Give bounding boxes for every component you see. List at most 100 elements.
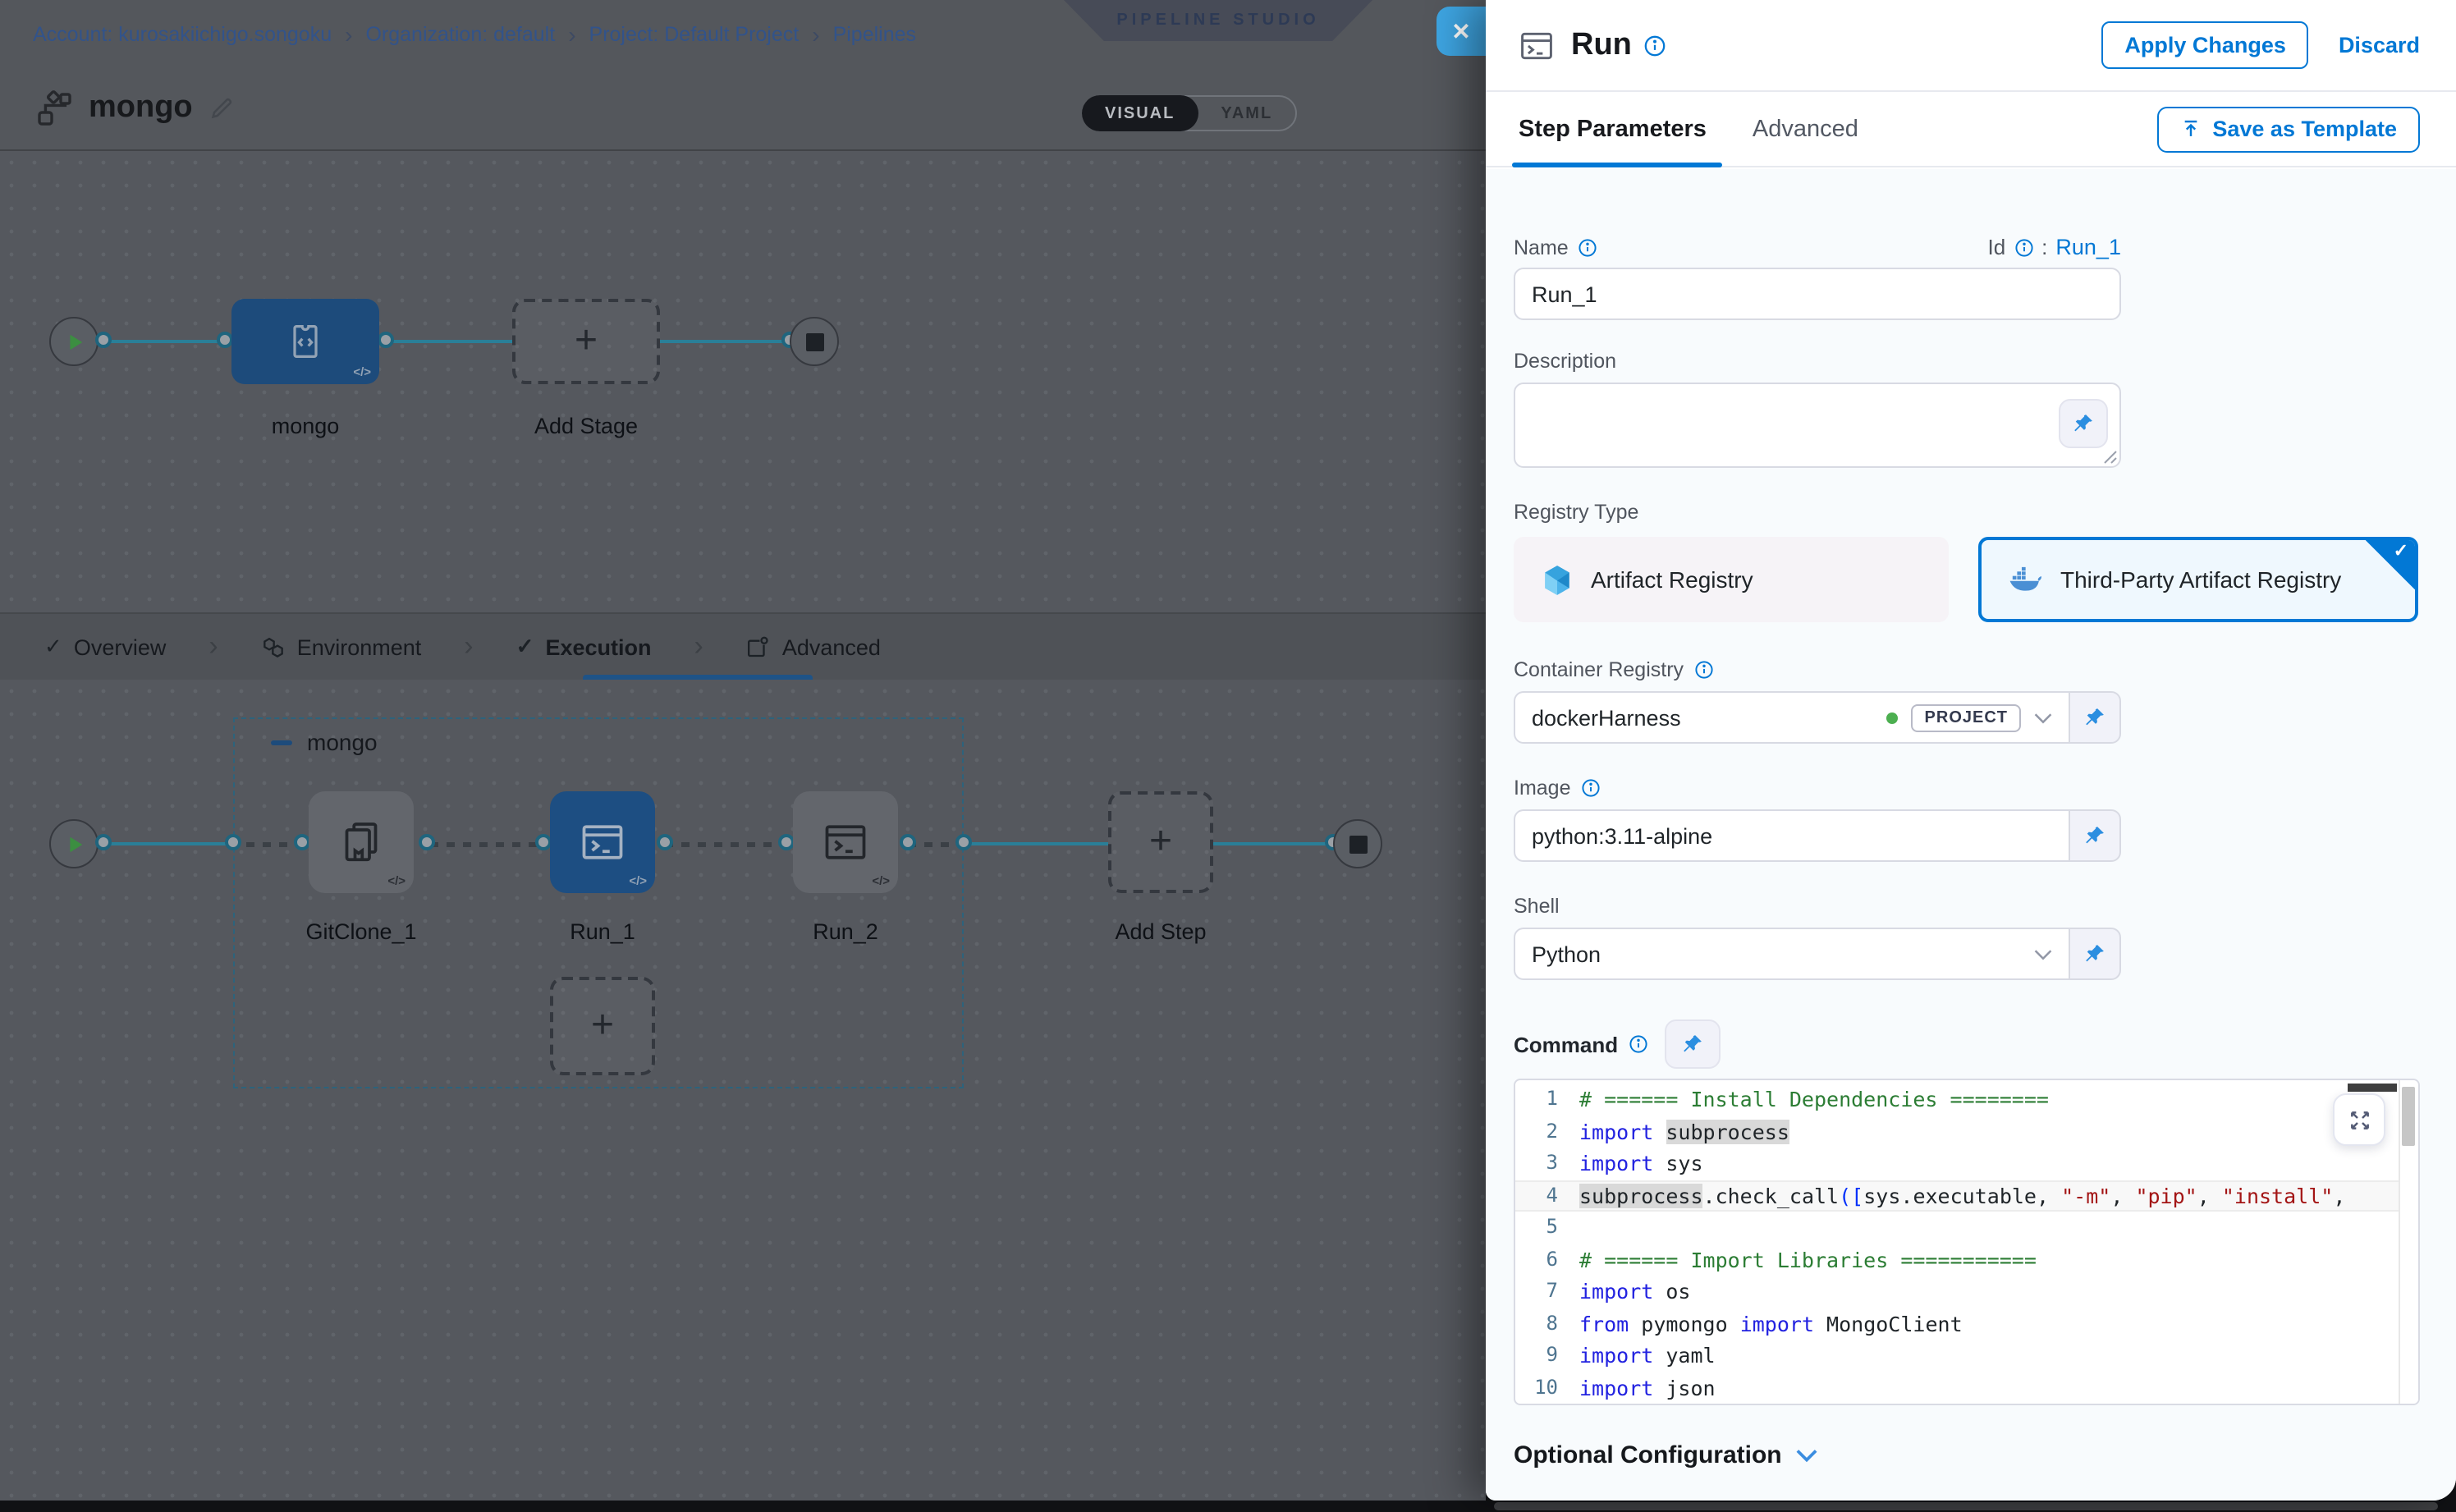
pipeline-studio-screen: Account: kurosakiichigo.songoku › Organi… xyxy=(0,0,2456,1512)
info-icon[interactable] xyxy=(1628,1034,1647,1054)
optional-configuration-toggle[interactable]: Optional Configuration xyxy=(1514,1441,2420,1469)
code-line[interactable]: 1# ====== Install Dependencies ======== xyxy=(1515,1084,2399,1116)
play-icon xyxy=(63,833,85,855)
tab-advanced[interactable]: Advanced xyxy=(746,635,881,659)
info-icon[interactable] xyxy=(1643,34,1666,57)
breadcrumb-project[interactable]: Project: Default Project xyxy=(589,23,800,46)
step-label-run1: Run_1 xyxy=(570,919,635,944)
step-id: Id : Run_1 xyxy=(1987,235,2121,259)
pin-input-button[interactable] xyxy=(2069,809,2121,862)
code-line[interactable]: 10import json xyxy=(1515,1372,2399,1404)
edit-pencil-icon[interactable] xyxy=(209,95,236,121)
pipeline-studio-badge: PIPELINE STUDIO xyxy=(1064,0,1372,41)
run-terminal-icon xyxy=(821,818,870,867)
execution-end-node xyxy=(1333,819,1382,868)
code-line[interactable]: 8from pymongo import MongoClient xyxy=(1515,1308,2399,1340)
stage-node-mongo[interactable]: </> xyxy=(231,299,379,384)
pipeline-start-node xyxy=(49,317,99,366)
container-registry-input[interactable]: dockerHarness PROJECT xyxy=(1514,691,2069,744)
code-line[interactable]: 4subprocess.check_call([sys.executable, … xyxy=(1515,1180,2399,1212)
tab-step-parameters[interactable]: Step Parameters xyxy=(1519,116,1707,142)
image-label: Image xyxy=(1514,777,2420,800)
description-input[interactable] xyxy=(1514,383,2121,468)
add-step-below-node[interactable]: + xyxy=(550,977,655,1075)
scrollbar-thumb[interactable] xyxy=(2402,1087,2415,1146)
step-config-drawer: Run Apply Changes Discard Step Parameter… xyxy=(1486,0,2456,1501)
collapse-group-icon[interactable] xyxy=(271,740,292,745)
save-as-template-button[interactable]: Save as Template xyxy=(2156,106,2420,152)
breadcrumb-organization[interactable]: Organization: default xyxy=(365,23,555,46)
ci-stage-icon xyxy=(284,320,327,363)
step-node-run1[interactable]: </> xyxy=(550,791,655,893)
tab-advanced-panel[interactable]: Advanced xyxy=(1753,116,1858,142)
drawer-header: Run Apply Changes Discard xyxy=(1486,0,2456,92)
yaml-badge-icon: </> xyxy=(872,873,890,888)
chevron-down-icon xyxy=(2034,712,2052,723)
info-icon[interactable] xyxy=(1693,660,1713,680)
tab-execution[interactable]: ✓ Execution xyxy=(516,634,652,660)
step-node-run2[interactable]: </> xyxy=(793,791,898,893)
pipeline-studio-background: Account: kurosakiichigo.songoku › Organi… xyxy=(0,0,1486,1501)
breadcrumb-account[interactable]: Account: kurosakiichigo.songoku xyxy=(33,23,332,46)
code-line[interactable]: 2import subprocess xyxy=(1515,1116,2399,1148)
chevron-down-icon xyxy=(1797,1448,1818,1463)
shell-label: Shell xyxy=(1514,895,2420,918)
toggle-yaml[interactable]: YAML xyxy=(1198,95,1295,131)
code-line[interactable]: 9import yaml xyxy=(1515,1340,2399,1372)
check-icon: ✓ xyxy=(44,634,62,660)
stage-tabs: ✓ Overview › Environment › ✓ Execution › xyxy=(0,612,1486,680)
execution-graph-canvas[interactable]: mongo xyxy=(0,680,1486,1501)
tab-environment[interactable]: Environment xyxy=(261,635,422,659)
info-icon[interactable] xyxy=(1579,237,1598,257)
pin-input-button[interactable] xyxy=(2069,928,2121,980)
check-icon: ✓ xyxy=(516,634,534,660)
step-parameters-form: Name Id : Run_1 xyxy=(1486,169,2456,1501)
yaml-badge-icon: </> xyxy=(629,873,647,888)
editor-vertical-scrollbar[interactable] xyxy=(2399,1080,2418,1404)
breadcrumb: Account: kurosakiichigo.songoku › Organi… xyxy=(33,23,916,46)
code-line[interactable]: 6# ====== Import Libraries =========== xyxy=(1515,1244,2399,1276)
line-number: 10 xyxy=(1515,1372,1558,1404)
advanced-icon xyxy=(746,635,771,659)
registry-option-third-party[interactable]: Third-Party Artifact Registry ✓ xyxy=(1978,537,2418,622)
selected-corner-badge: ✓ xyxy=(2366,540,2415,589)
line-number: 6 xyxy=(1515,1244,1558,1276)
resize-handle-icon[interactable] xyxy=(2103,450,2118,465)
pin-input-button[interactable] xyxy=(2059,399,2108,448)
code-line[interactable]: 3import sys xyxy=(1515,1148,2399,1180)
git-clone-icon xyxy=(337,818,386,867)
line-number: 3 xyxy=(1515,1148,1558,1180)
step-label-gitclone: GitClone_1 xyxy=(305,919,416,944)
code-line[interactable]: 5 xyxy=(1515,1212,2399,1244)
breadcrumb-pipelines[interactable]: Pipelines xyxy=(833,23,916,46)
registry-option-artifact[interactable]: Artifact Registry xyxy=(1514,537,1949,622)
pin-command-button[interactable] xyxy=(1664,1019,1720,1069)
step-node-gitclone[interactable]: </> xyxy=(309,791,414,893)
editor-horizontal-scrollbar-thumb[interactable] xyxy=(2348,1084,2397,1092)
image-input[interactable]: python:3.11-alpine xyxy=(1514,809,2069,862)
close-drawer-button[interactable]: ✕ xyxy=(1436,7,1486,56)
environment-icon xyxy=(261,635,286,659)
discard-button[interactable]: Discard xyxy=(2339,33,2420,57)
command-code-editor[interactable]: 1# ====== Install Dependencies ========2… xyxy=(1514,1079,2420,1405)
info-icon[interactable] xyxy=(2014,237,2033,257)
line-number: 2 xyxy=(1515,1116,1558,1148)
apply-changes-button[interactable]: Apply Changes xyxy=(2101,21,2309,69)
name-input[interactable]: Run_1 xyxy=(1514,268,2121,320)
code-line[interactable]: 7import os xyxy=(1515,1276,2399,1308)
tab-overview[interactable]: ✓ Overview xyxy=(44,634,166,660)
registry-type-label: Registry Type xyxy=(1514,501,2420,524)
play-icon xyxy=(63,331,85,352)
upload-icon xyxy=(2179,118,2201,140)
line-number: 1 xyxy=(1515,1084,1558,1116)
pin-input-button[interactable] xyxy=(2069,691,2121,744)
add-step-node[interactable]: + xyxy=(1108,791,1213,893)
info-icon[interactable] xyxy=(1581,778,1601,798)
shell-select[interactable]: Python xyxy=(1514,928,2069,980)
drawer-tabs: Step Parameters Advanced Save as Templat… xyxy=(1486,92,2456,167)
expand-editor-button[interactable] xyxy=(2333,1093,2385,1146)
toggle-visual[interactable]: VISUAL xyxy=(1082,95,1198,131)
add-stage-node[interactable]: + xyxy=(512,299,660,384)
stage-graph-canvas[interactable]: </> mongo + Add Stage xyxy=(0,151,1486,612)
stop-icon xyxy=(805,332,823,351)
